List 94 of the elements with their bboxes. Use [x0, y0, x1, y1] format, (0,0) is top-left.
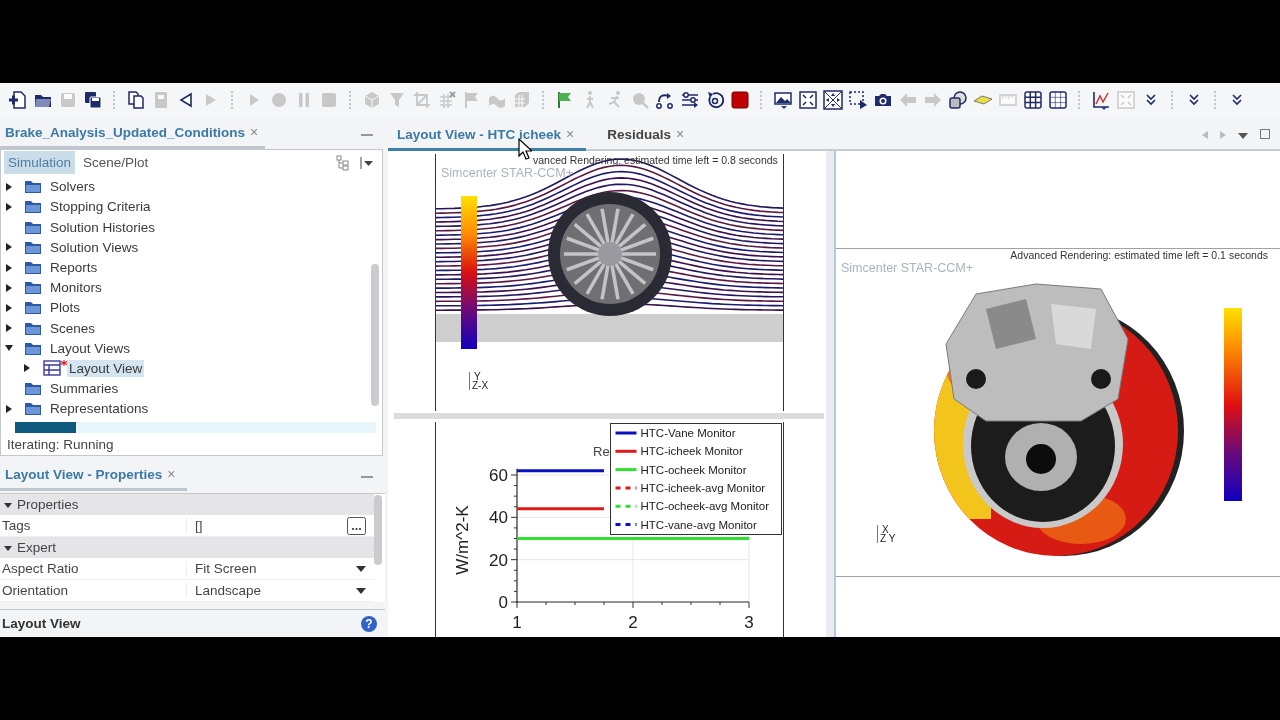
- layout-grid-icon: [43, 360, 61, 377]
- collapse-arrow-icon[interactable]: [5, 344, 13, 353]
- y-tick-label: 60: [489, 466, 508, 485]
- x-box-icon[interactable]: [823, 90, 843, 110]
- x-tick-label: 2: [628, 613, 638, 632]
- tree-item[interactable]: Representations: [48, 400, 151, 418]
- minimize-icon[interactable]: [361, 475, 373, 480]
- tab-list-icon[interactable]: [1238, 133, 1248, 139]
- property-name: Aspect Ratio: [0, 561, 187, 577]
- folder-icon: [25, 240, 41, 254]
- save-all-icon[interactable]: [83, 90, 103, 110]
- help-button[interactable]: ?: [361, 615, 377, 632]
- status-text: Iterating: Running: [6, 435, 115, 452]
- folder-icon: [25, 402, 41, 416]
- folder-icon: [25, 220, 41, 234]
- stop-icon[interactable]: [730, 90, 750, 110]
- tree-item[interactable]: Layout View: [67, 359, 145, 377]
- folder-icon: [25, 261, 41, 275]
- chart-title: Re: [593, 444, 610, 459]
- y-tick-label: 0: [498, 593, 508, 612]
- ellipsis-button[interactable]: [347, 516, 366, 535]
- x-tick-label: 1: [512, 613, 522, 632]
- legend-label: HTC-Vane Monitor: [640, 427, 736, 439]
- reset-icon[interactable]: [705, 90, 725, 110]
- expand-arrow-icon[interactable]: [5, 404, 13, 413]
- expand-arrow-icon[interactable]: [5, 263, 13, 272]
- property-value[interactable]: Landscape: [195, 583, 262, 599]
- expand-arrow-icon[interactable]: [5, 182, 13, 191]
- dropdown-arrow-icon[interactable]: [356, 587, 366, 594]
- axis-triad: Y Z-X: [469, 372, 489, 390]
- sliders-icon[interactable]: [680, 90, 700, 110]
- watermark-text: Simcenter STAR-CCM+: [841, 261, 974, 275]
- y-axis-label: W/m^2-K: [453, 505, 472, 575]
- folder-icon: [25, 321, 41, 335]
- folder-icon: [25, 281, 41, 295]
- property-value: []: [195, 518, 203, 534]
- property-name: Orientation: [0, 583, 187, 599]
- y-tick-label: 20: [489, 550, 508, 570]
- view-tab[interactable]: Scene/Plot: [79, 151, 153, 175]
- collapse-arrow-icon[interactable]: [4, 543, 12, 552]
- grid-light-icon[interactable]: [1048, 90, 1068, 110]
- select-icon[interactable]: [848, 90, 868, 110]
- circles-icon[interactable]: [948, 90, 968, 110]
- expand-arrow-icon[interactable]: [5, 303, 13, 312]
- dropdown-icon[interactable]: [360, 156, 374, 169]
- property-group-label: Expert: [17, 540, 57, 556]
- legend-label: HTC-icheek-avg Monitor: [640, 481, 766, 494]
- grid-icon[interactable]: [1023, 90, 1043, 110]
- maximize-icon[interactable]: [1260, 129, 1270, 139]
- fit-icon[interactable]: [798, 90, 818, 110]
- legend-label: HTC-ocheek Monitor: [640, 463, 747, 476]
- legend-label: HTC-vane-avg Monitor: [640, 518, 757, 531]
- tree-item[interactable]: Stopping Criteria: [48, 198, 153, 216]
- expand-arrow-icon[interactable]: [5, 324, 13, 333]
- expand-arrow-icon[interactable]: [5, 283, 13, 292]
- chart-icon[interactable]: [1091, 90, 1111, 110]
- tree-item[interactable]: Scenes: [48, 319, 98, 337]
- render-status-text: vanced Rendering: estimated time left = 0.8 seconds: [533, 154, 778, 166]
- x-tick-label: 3: [744, 613, 754, 632]
- y-tick-label: 40: [489, 508, 508, 528]
- steps-icon[interactable]: [655, 90, 675, 110]
- watermark-text: Simcenter STAR-CCM+: [441, 166, 574, 180]
- scrollbar[interactable]: [826, 151, 834, 637]
- tree-item[interactable]: Summaries: [48, 380, 121, 398]
- editor-tab[interactable]: Residuals ×: [598, 126, 697, 151]
- tree-item[interactable]: Layout Views: [48, 339, 133, 357]
- tree-item[interactable]: Plots: [48, 299, 82, 317]
- folder-icon: [25, 180, 41, 194]
- tree-item[interactable]: Solution Histories: [48, 218, 158, 236]
- folder-icon: [25, 301, 41, 315]
- collapse-arrow-icon[interactable]: [4, 500, 12, 509]
- render-status-text: Advanced Rendering: estimated time left = 0.1 seconds: [1010, 249, 1268, 261]
- new-icon[interactable]: [8, 90, 28, 110]
- expand-arrow-icon[interactable]: [5, 243, 13, 252]
- dropdown-arrow-icon[interactable]: [356, 565, 366, 572]
- folder-icon: [25, 382, 41, 396]
- expand-arrow-icon[interactable]: [23, 364, 31, 373]
- tree-item[interactable]: Solution Views: [48, 238, 141, 256]
- expand-arrow-icon[interactable]: [5, 202, 13, 211]
- tree-item[interactable]: Solvers: [48, 178, 97, 196]
- copy-icon[interactable]: [126, 90, 146, 110]
- minimize-icon[interactable]: [361, 132, 373, 137]
- selection-title: Layout View: [2, 616, 81, 632]
- folder-icon: [25, 200, 41, 214]
- property-value[interactable]: Fit Screen: [195, 561, 257, 577]
- tree-item[interactable]: Monitors: [48, 279, 104, 297]
- legend-label: HTC-icheek Monitor: [640, 445, 743, 458]
- folder-icon: [25, 341, 41, 355]
- image-icon[interactable]: [773, 90, 793, 110]
- property-group-label: Properties: [17, 497, 79, 513]
- axis-triad: X Z Y: [877, 525, 896, 543]
- legend-label: HTC-ocheek-avg Monitor: [640, 500, 769, 513]
- property-name: Tags: [0, 518, 187, 534]
- tree-item[interactable]: Reports: [48, 259, 100, 277]
